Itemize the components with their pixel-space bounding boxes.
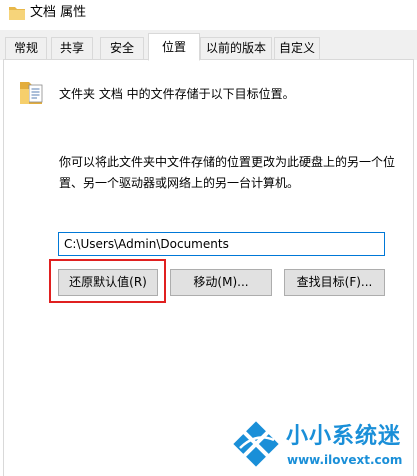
title-bar: 文档 属性 [0, 0, 417, 30]
folder-document-icon [20, 82, 43, 104]
location-path-field[interactable] [58, 232, 385, 256]
tab-sharing[interactable]: 共享 [51, 37, 93, 60]
restore-default-button[interactable]: 还原默认值(R) [58, 269, 158, 296]
move-button[interactable]: 移动(M)... [170, 269, 272, 296]
tab-general[interactable]: 常规 [5, 37, 47, 60]
location-explanation: 你可以将此文件夹中文件存储的位置更改为此硬盘上的另一个位置、另一个驱动器或网络上… [59, 155, 396, 190]
tab-strip: 常规 共享 安全 位置 以前的版本 自定义 [0, 30, 417, 61]
tab-location[interactable]: 位置 [148, 33, 200, 61]
watermark-url: www.ilovext.com [287, 453, 403, 467]
folder-location-description: 文件夹 文档 中的文件存储于以下目标位置。 [59, 87, 295, 101]
tab-customize[interactable]: 自定义 [274, 37, 320, 60]
folder-icon [9, 7, 25, 20]
tab-security[interactable]: 安全 [100, 37, 144, 60]
find-target-button[interactable]: 查找目标(F)... [284, 269, 385, 296]
tab-previous-versions[interactable]: 以前的版本 [200, 37, 272, 60]
watermark-name: 小小系统迷 [286, 424, 402, 449]
window-title: 文档 属性 [30, 5, 87, 20]
